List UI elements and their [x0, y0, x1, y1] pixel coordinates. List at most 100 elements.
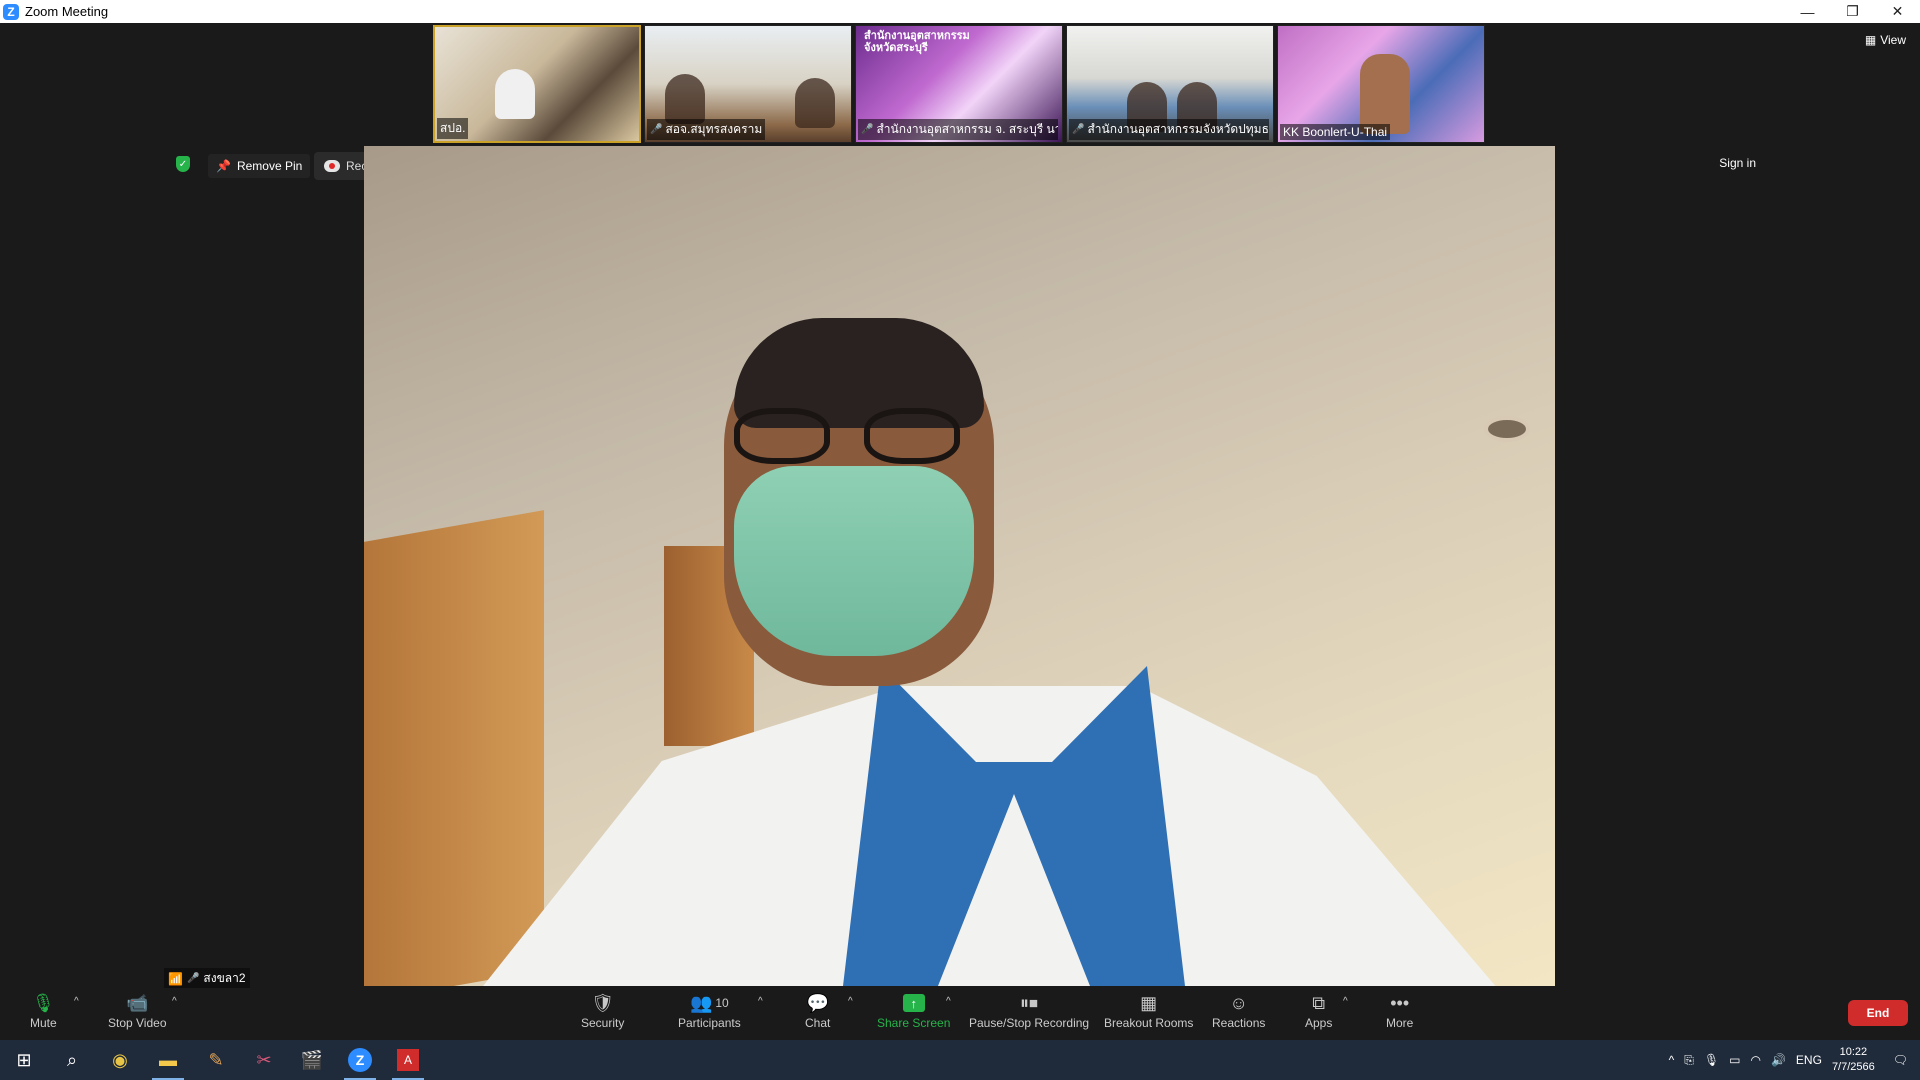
- participant-tile[interactable]: สำนักงานอุตสาหกรรม จังหวัดสระบุรี 🎤 สำนัก…: [855, 25, 1063, 143]
- participants-icon: 👥 10: [689, 992, 729, 1013]
- chat-button[interactable]: 💬 Chat: [805, 990, 831, 1031]
- chat-caret-icon[interactable]: ^: [848, 996, 853, 1007]
- participant-tile[interactable]: 🎤 สอจ.สมุทรสงคราม: [644, 25, 852, 143]
- reactions-label: Reactions: [1212, 1016, 1266, 1030]
- microphone-tray-icon[interactable]: 🎙: [1704, 1053, 1719, 1067]
- volume-icon[interactable]: 🔊: [1771, 1053, 1786, 1067]
- end-meeting-button[interactable]: End: [1848, 1000, 1908, 1026]
- paint-icon[interactable]: ✎: [192, 1040, 240, 1080]
- mute-button[interactable]: 🎙 Mute: [30, 990, 57, 1031]
- participant-name: สำนักงานอุตสาหกรรมจังหวัดปทุมธ...: [1087, 122, 1269, 136]
- notifications-icon[interactable]: 🗨: [1893, 1053, 1908, 1067]
- video-options-caret-icon[interactable]: ^: [172, 996, 177, 1007]
- participant-name: สำนักงานอุตสาหกรรม จ. สระบุรี นา...: [876, 122, 1058, 136]
- view-button[interactable]: ▦ View: [1865, 33, 1906, 47]
- apps-icon: ⧉: [1312, 992, 1326, 1013]
- video-subject: [734, 408, 974, 468]
- pin-icon: 📌: [216, 159, 231, 173]
- more-button[interactable]: ••• More: [1386, 990, 1413, 1031]
- breakout-rooms-button[interactable]: ▦ Breakout Rooms: [1104, 990, 1194, 1031]
- participant-name-tag: 🎤 สำนักงานอุตสาหกรรม จ. สระบุรี นา...: [858, 119, 1058, 140]
- security-button[interactable]: 🛡 Security: [581, 990, 625, 1031]
- mic-muted-icon: 🎤: [861, 124, 874, 135]
- participant-video: [495, 69, 535, 119]
- reactions-button[interactable]: ☺ Reactions: [1212, 990, 1266, 1031]
- meet-now-icon[interactable]: ⎘: [1684, 1053, 1694, 1068]
- participant-name: สปอ.: [440, 121, 466, 135]
- pause-stop-icon: ⏸⏹: [1020, 992, 1039, 1013]
- battery-icon[interactable]: ▭: [1729, 1053, 1740, 1067]
- apps-label: Apps: [1305, 1016, 1333, 1030]
- sign-in-link[interactable]: Sign in: [1719, 156, 1756, 170]
- participant-name-tag: 🎤 สอจ.สมุทรสงคราม: [647, 119, 766, 140]
- os-taskbar: ⊞ ⌕ ◉ ▬ ✎ ✂ 🎬 Z A ^ ⎘ 🎙 ▭ ◠ 🔊 ENG 10:22 …: [0, 1040, 1920, 1080]
- shield-icon: 🛡: [591, 992, 615, 1013]
- language-indicator[interactable]: ENG: [1796, 1053, 1822, 1067]
- restore-button[interactable]: ❐: [1830, 0, 1875, 23]
- apps-caret-icon[interactable]: ^: [1343, 996, 1348, 1007]
- stop-video-button[interactable]: 📹 Stop Video: [108, 990, 167, 1031]
- meeting-toolbar: 🎙 Mute ^ 📹 Stop Video ^ 🛡 Security 👥 10 P…: [0, 988, 1920, 1040]
- participant-name-tag: สปอ.: [437, 118, 469, 139]
- remove-pin-button[interactable]: 📌 Remove Pin: [208, 154, 311, 178]
- close-button[interactable]: ✕: [1875, 0, 1920, 23]
- video-background: [1484, 416, 1530, 442]
- participant-video: [665, 74, 705, 124]
- pause-stop-recording-label: Pause/Stop Recording: [969, 1016, 1090, 1030]
- file-explorer-icon[interactable]: ▬: [144, 1040, 192, 1080]
- search-icon[interactable]: ⌕: [48, 1040, 96, 1080]
- tile-banner: สำนักงานอุตสาหกรรม จังหวัดสระบุรี: [864, 30, 970, 54]
- minimize-button[interactable]: —: [1785, 0, 1830, 23]
- clock[interactable]: 10:22 7/7/2566: [1832, 1045, 1875, 1075]
- participants-caret-icon[interactable]: ^: [758, 996, 763, 1007]
- audio-options-caret-icon[interactable]: ^: [74, 996, 79, 1007]
- clock-time: 10:22: [1839, 1046, 1868, 1058]
- participant-video: [1360, 54, 1410, 134]
- share-screen-button[interactable]: ↑ Share Screen: [877, 990, 950, 1030]
- snipping-tool-icon[interactable]: ✂: [240, 1040, 288, 1080]
- zoom-app-icon[interactable]: Z: [336, 1040, 384, 1080]
- share-caret-icon[interactable]: ^: [946, 996, 951, 1007]
- gallery-strip: สปอ. 🎤 สอจ.สมุทรสงคราม สำนักงานอุตสาหกรรม…: [433, 25, 1485, 143]
- breakout-rooms-label: Breakout Rooms: [1104, 1016, 1194, 1030]
- clock-date: 7/7/2566: [1831, 1061, 1875, 1073]
- participant-tile[interactable]: สปอ.: [433, 25, 641, 143]
- smiley-icon: ☺: [1229, 992, 1248, 1013]
- chrome-icon[interactable]: ◉: [96, 1040, 144, 1080]
- window-titlebar: Z Zoom Meeting — ❐ ✕: [0, 0, 1920, 23]
- self-name-tag: 📶 🎤 สงขลา2: [164, 968, 250, 989]
- show-hidden-icons-icon[interactable]: ^: [1669, 1053, 1675, 1067]
- acrobat-icon[interactable]: A: [384, 1040, 432, 1080]
- mute-label: Mute: [30, 1016, 57, 1030]
- pause-stop-recording-button[interactable]: ⏸⏹ Pause/Stop Recording: [969, 990, 1090, 1031]
- security-label: Security: [581, 1016, 625, 1030]
- grid-view-icon: ▦: [1864, 33, 1877, 47]
- signal-strength-icon: 📶: [168, 971, 183, 986]
- wifi-icon[interactable]: ◠: [1750, 1053, 1760, 1067]
- encryption-shield-icon[interactable]: ✓: [176, 156, 190, 172]
- participant-tile[interactable]: 🎤 สำนักงานอุตสาหกรรมจังหวัดปทุมธ...: [1066, 25, 1274, 143]
- apps-button[interactable]: ⧉ Apps: [1305, 990, 1333, 1031]
- share-screen-icon: ↑: [902, 990, 925, 1016]
- windows-start-icon[interactable]: ⊞: [0, 1040, 48, 1080]
- participant-name: สอจ.สมุทรสงคราม: [665, 122, 763, 136]
- microphone-icon: 🎙: [31, 992, 55, 1013]
- mic-muted-icon: 🎤: [186, 973, 200, 984]
- participant-tile[interactable]: KK Boonlert-U-Thai: [1277, 25, 1485, 143]
- participant-video: [795, 78, 835, 128]
- chat-bubble-icon: 💬: [806, 992, 829, 1013]
- system-tray: ^ ⎘ 🎙 ▭ ◠ 🔊 ENG 10:22 7/7/2566 🗨: [1669, 1040, 1920, 1080]
- more-dots-icon: •••: [1390, 992, 1410, 1013]
- chat-label: Chat: [805, 1016, 831, 1030]
- participant-count: 10: [715, 996, 729, 1010]
- video-editor-icon[interactable]: 🎬: [288, 1040, 336, 1080]
- stop-video-label: Stop Video: [108, 1016, 167, 1030]
- share-screen-label: Share Screen: [877, 1016, 951, 1030]
- mic-muted-icon: 🎤: [1072, 124, 1085, 135]
- zoom-logo-icon: Z: [3, 3, 19, 20]
- mic-muted-icon: 🎤: [650, 124, 663, 135]
- self-name: สงขลา2: [203, 971, 246, 985]
- participant-name-tag: KK Boonlert-U-Thai: [1280, 124, 1391, 140]
- participants-button[interactable]: 👥 10 Participants: [678, 990, 741, 1031]
- breakout-rooms-icon: ▦: [1140, 992, 1158, 1013]
